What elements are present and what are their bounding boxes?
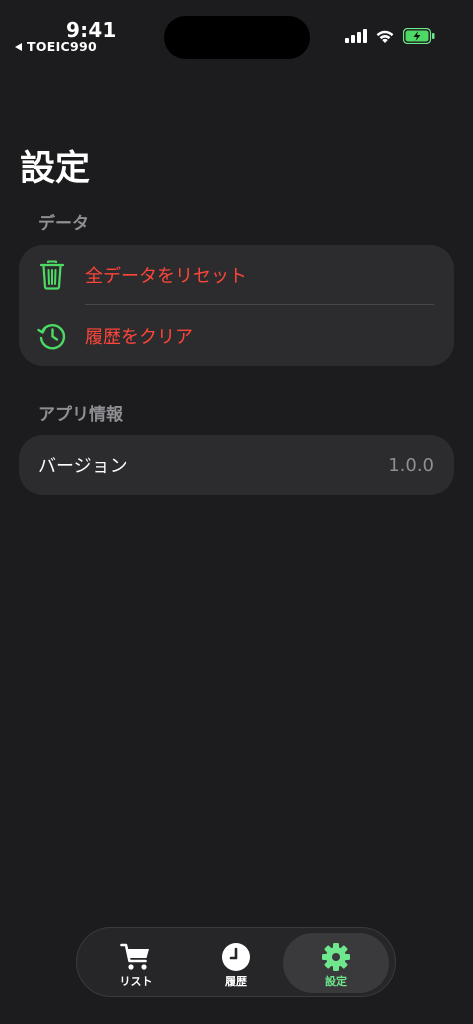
history-icon xyxy=(37,321,67,351)
cart-icon xyxy=(120,942,152,972)
data-settings-card: 全データをリセット 履歴をクリア xyxy=(19,245,454,366)
page-title: 設定 xyxy=(20,149,91,189)
tab-bar: リスト 履歴 設定 xyxy=(76,927,396,997)
reset-all-data-label: 全データをリセット xyxy=(85,266,247,287)
tab-history[interactable]: 履歴 xyxy=(183,933,289,993)
row-divider xyxy=(85,304,434,305)
back-to-app-button[interactable]: TOEIC990 xyxy=(15,39,97,54)
version-value: 1.0.0 xyxy=(388,454,434,476)
version-label: バージョン xyxy=(38,456,128,477)
tab-settings-label: 設定 xyxy=(325,975,347,988)
reset-all-data-row[interactable]: 全データをリセット xyxy=(19,245,454,305)
tab-list-label: リスト xyxy=(119,975,153,988)
dynamic-island xyxy=(164,16,310,59)
battery-icon xyxy=(403,28,435,44)
wifi-icon xyxy=(376,30,394,43)
back-app-label: TOEIC990 xyxy=(27,39,98,54)
gear-icon xyxy=(320,942,352,972)
app-info-card: バージョン 1.0.0 xyxy=(19,435,454,495)
status-indicators xyxy=(345,28,435,44)
signal-icon xyxy=(345,29,367,43)
section-header-app-info: アプリ情報 xyxy=(38,405,123,425)
tab-list[interactable]: リスト xyxy=(83,933,189,993)
clock-icon xyxy=(220,942,252,972)
version-row: バージョン 1.0.0 xyxy=(19,435,454,495)
tab-history-label: 履歴 xyxy=(225,975,247,988)
back-arrow-icon xyxy=(15,42,22,51)
clear-history-row[interactable]: 履歴をクリア xyxy=(19,306,454,366)
section-header-data: データ xyxy=(38,214,89,234)
tab-settings[interactable]: 設定 xyxy=(283,933,389,993)
trash-icon xyxy=(37,260,67,290)
clear-history-label: 履歴をクリア xyxy=(85,327,193,348)
